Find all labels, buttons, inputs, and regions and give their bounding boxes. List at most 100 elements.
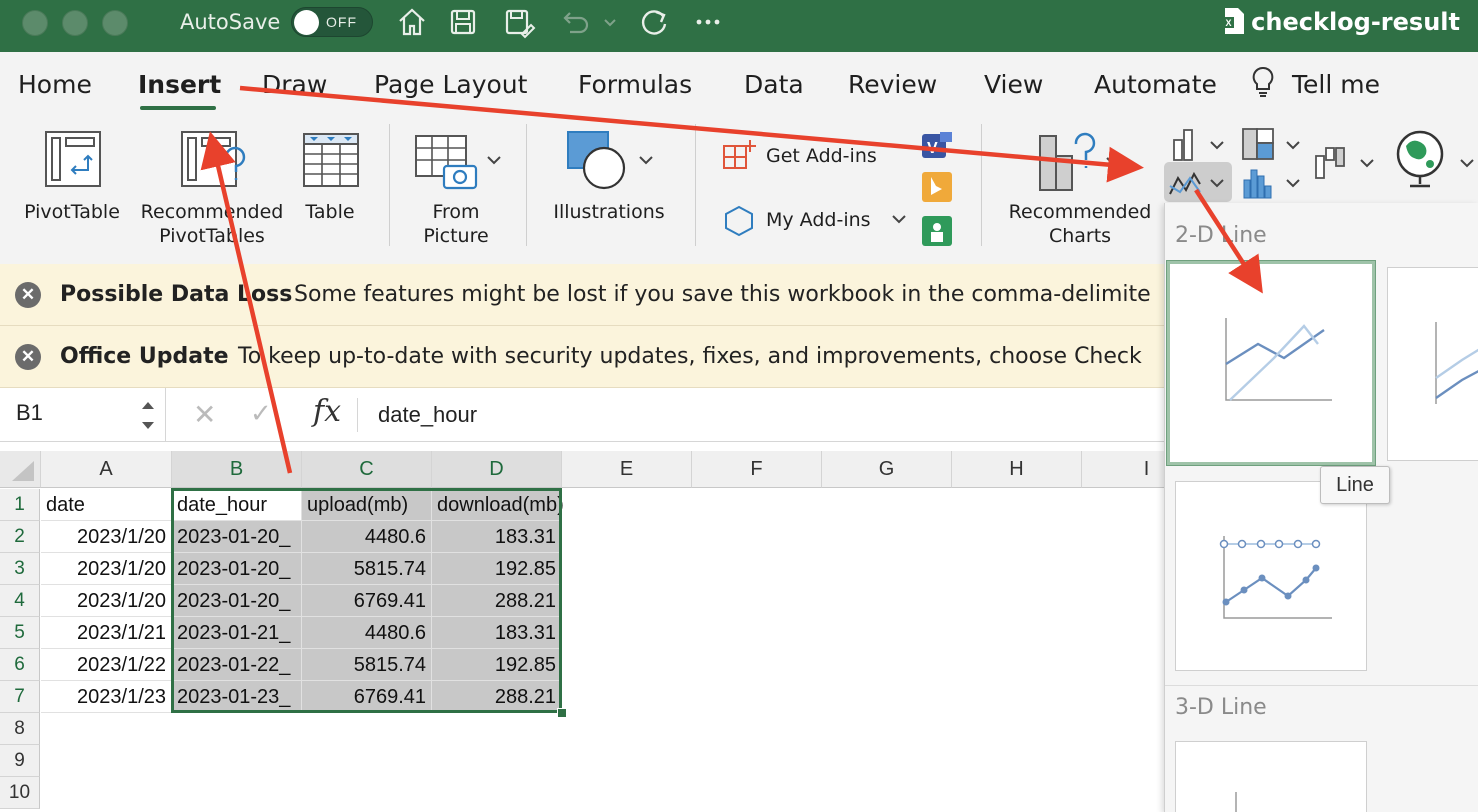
row-header[interactable]: 3 (0, 553, 40, 585)
cell[interactable]: 288.21 (432, 681, 562, 713)
zoom-window-button[interactable] (102, 10, 128, 36)
row-header[interactable]: 10 (0, 777, 40, 809)
chevron-down-icon[interactable] (1458, 156, 1476, 170)
select-all-corner[interactable] (0, 451, 41, 488)
waterfall-chart-icon[interactable] (1312, 142, 1356, 182)
cell[interactable]: 6769.41 (302, 585, 432, 617)
cell[interactable]: 4480.6 (302, 521, 432, 553)
cell[interactable]: 6769.41 (302, 681, 432, 713)
map-chart-icon[interactable] (1394, 128, 1446, 190)
line-chart-option[interactable] (1167, 261, 1375, 465)
3d-line-chart-option[interactable] (1175, 741, 1367, 812)
tab-page-layout[interactable]: Page Layout (374, 70, 527, 99)
confirm-formula-button[interactable]: ✓ (250, 398, 272, 429)
row-header[interactable]: 8 (0, 713, 40, 745)
column-header-h[interactable]: H (952, 451, 1082, 488)
cell[interactable]: 4480.6 (302, 617, 432, 649)
tab-view[interactable]: View (984, 70, 1043, 99)
chevron-down-icon[interactable] (890, 212, 908, 226)
cell[interactable]: 2023-01-20_ (172, 553, 302, 585)
row-header[interactable]: 9 (0, 745, 40, 777)
column-chart-icon[interactable] (1168, 126, 1204, 162)
row-header[interactable]: 5 (0, 617, 40, 649)
header-cell[interactable]: date (41, 489, 172, 521)
cell[interactable]: 2023-01-23_ (172, 681, 302, 713)
cell[interactable]: 192.85 (432, 553, 562, 585)
visio-icon[interactable]: V (920, 130, 954, 160)
cell[interactable]: 2023/1/22 (41, 649, 172, 681)
row-header[interactable]: 7 (0, 681, 40, 713)
home-icon[interactable] (394, 4, 430, 40)
line-with-markers-chart-option[interactable] (1175, 481, 1367, 671)
autosave-toggle[interactable]: OFF (291, 7, 373, 37)
header-cell[interactable]: upload(mb) (302, 489, 432, 521)
cell[interactable]: 5815.74 (302, 649, 432, 681)
cell[interactable]: 5815.74 (302, 553, 432, 585)
undo-icon[interactable] (556, 4, 592, 40)
save-as-icon[interactable] (500, 4, 536, 40)
row-header[interactable]: 6 (0, 649, 40, 681)
cancel-formula-button[interactable]: ✕ (193, 398, 216, 431)
chevron-down-icon[interactable] (1284, 138, 1302, 152)
header-cell[interactable]: download(mb) (432, 489, 564, 521)
statistic-chart-icon[interactable] (1240, 164, 1278, 200)
tab-tell-me[interactable]: Tell me (1292, 70, 1380, 99)
chevron-down-icon[interactable] (1104, 154, 1122, 168)
tab-insert[interactable]: Insert (138, 70, 221, 99)
tab-home[interactable]: Home (18, 70, 92, 99)
cell[interactable]: 288.21 (432, 585, 562, 617)
cell[interactable]: 183.31 (432, 617, 562, 649)
bing-icon[interactable] (920, 170, 954, 204)
chevron-down-icon[interactable] (1208, 176, 1226, 190)
column-header-c[interactable]: C (302, 451, 432, 488)
more-icon[interactable] (690, 4, 726, 40)
insert-function-button[interactable]: fx (313, 394, 341, 429)
column-header-g[interactable]: G (822, 451, 952, 488)
fill-handle[interactable] (557, 708, 567, 718)
people-graph-icon[interactable] (920, 214, 954, 248)
cell[interactable]: 2023/1/20 (41, 553, 172, 585)
row-header[interactable]: 1 (0, 489, 40, 521)
save-icon[interactable] (445, 4, 481, 40)
cell[interactable]: 2023-01-20_ (172, 585, 302, 617)
column-header-b[interactable]: B (172, 451, 302, 488)
cell[interactable]: 192.85 (432, 649, 562, 681)
chevron-down-icon[interactable] (484, 152, 504, 168)
tab-review[interactable]: Review (848, 70, 937, 99)
tab-formulas[interactable]: Formulas (578, 70, 692, 99)
cell[interactable]: 183.31 (432, 521, 562, 553)
tab-automate[interactable]: Automate (1094, 70, 1217, 99)
cell[interactable]: 2023/1/20 (41, 585, 172, 617)
cell[interactable]: 2023/1/20 (41, 521, 172, 553)
tab-draw[interactable]: Draw (262, 70, 327, 99)
row-header[interactable]: 4 (0, 585, 40, 617)
cell[interactable]: 2023/1/21 (41, 617, 172, 649)
name-box[interactable]: B1 (0, 388, 166, 442)
row-header[interactable]: 2 (0, 521, 40, 553)
close-icon[interactable]: ✕ (15, 344, 41, 370)
undo-dropdown-icon[interactable] (600, 4, 620, 40)
cell[interactable]: 2023-01-20_ (172, 521, 302, 553)
cell[interactable]: 2023-01-21_ (172, 617, 302, 649)
redo-icon[interactable] (636, 4, 672, 40)
chevron-down-icon[interactable] (1208, 138, 1226, 152)
column-header-a[interactable]: A (41, 451, 172, 488)
column-header-f[interactable]: F (692, 451, 822, 488)
hierarchy-chart-icon[interactable] (1240, 126, 1278, 162)
cell[interactable]: 2023/1/23 (41, 681, 172, 713)
column-header-e[interactable]: E (562, 451, 692, 488)
chevron-down-icon[interactable] (636, 152, 656, 168)
line-chart-button[interactable] (1164, 162, 1232, 202)
column-header-d[interactable]: D (432, 451, 562, 488)
stepper-icon[interactable] (138, 394, 158, 436)
formula-input[interactable]: date_hour (378, 402, 477, 428)
cell[interactable]: 2023-01-22_ (172, 649, 302, 681)
stacked-line-chart-option[interactable] (1387, 267, 1478, 461)
chevron-down-icon[interactable] (1284, 176, 1302, 190)
tab-data[interactable]: Data (744, 70, 804, 99)
header-cell[interactable]: date_hour (172, 489, 302, 521)
close-window-button[interactable] (22, 10, 48, 36)
chevron-down-icon[interactable] (1358, 156, 1376, 170)
minimize-window-button[interactable] (62, 10, 88, 36)
close-icon[interactable]: ✕ (15, 282, 41, 308)
